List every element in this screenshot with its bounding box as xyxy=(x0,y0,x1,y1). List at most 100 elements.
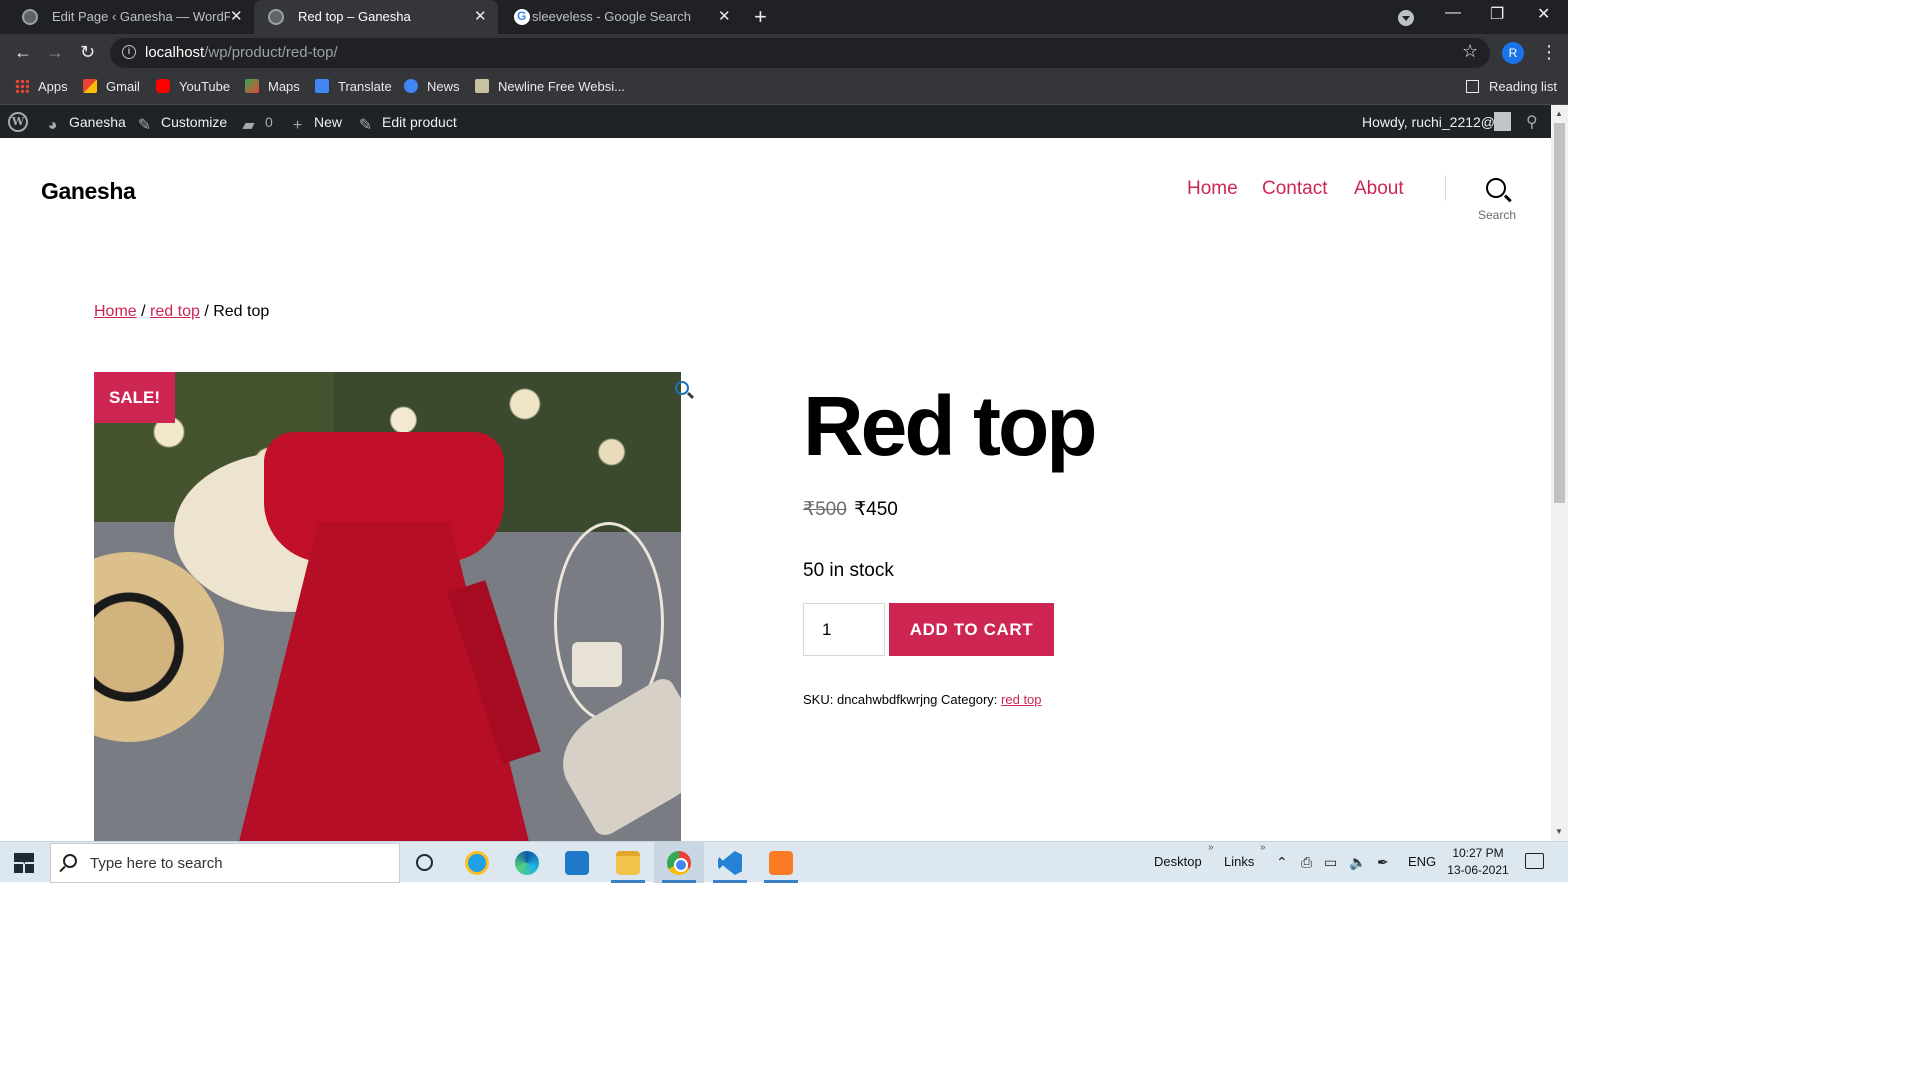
nav-about[interactable]: About xyxy=(1354,178,1404,200)
zoom-magnifier-icon[interactable] xyxy=(675,381,689,395)
bookmark-maps[interactable]: Maps xyxy=(245,79,300,94)
clock-date: 13-06-2021 xyxy=(1447,863,1509,877)
wp-admin-bar: W ◕ Ganesha ✎ Customize ▰ 0 + New ✎ Edit prod… xyxy=(0,105,1568,138)
admin-search-icon[interactable]: ⚲ xyxy=(1526,112,1538,132)
notifications-icon[interactable] xyxy=(1525,853,1544,869)
bookmark-gmail[interactable]: Gmail xyxy=(83,79,140,94)
taskbar-search-box[interactable]: Type here to search xyxy=(50,843,400,883)
admin-bar-edit-product[interactable]: ✎ Edit product xyxy=(357,114,457,134)
admin-bar-account[interactable]: Howdy, ruchi_2212@ xyxy=(1362,114,1495,130)
category-link[interactable]: red top xyxy=(1001,692,1041,707)
bookmark-youtube[interactable]: YouTube xyxy=(156,79,230,94)
pen-icon[interactable]: ✒ xyxy=(1377,854,1389,871)
dashboard-icon: ◕ xyxy=(47,117,58,134)
battery-icon[interactable]: ▭ xyxy=(1324,854,1337,871)
regular-price: ₹500 xyxy=(803,499,847,520)
xampp-icon[interactable] xyxy=(756,842,806,883)
chevron-right-icon[interactable]: » xyxy=(1260,842,1266,853)
browser-toolbar: ← → ↻ i localhost/wp/product/red-top/ ☆ … xyxy=(0,34,1568,72)
tab-title: Edit Page ‹ Ganesha — WordPress xyxy=(52,9,230,24)
restore-icon[interactable]: ❐ xyxy=(1490,4,1504,24)
sku-value: dncahwbdfkwrjng xyxy=(836,692,938,707)
taskbar-search-placeholder: Type here to search xyxy=(90,855,223,872)
product-image[interactable] xyxy=(94,372,681,841)
youtube-icon xyxy=(156,79,170,93)
translate-icon xyxy=(315,79,329,93)
cortana-icon[interactable] xyxy=(416,854,433,871)
admin-bar-site[interactable]: ◕ Ganesha xyxy=(44,114,126,134)
forward-icon[interactable]: → xyxy=(46,42,64,63)
minimize-icon[interactable]: — xyxy=(1445,4,1461,22)
chevron-up-icon[interactable]: ⌃ xyxy=(1276,854,1288,871)
chevron-right-icon[interactable]: » xyxy=(1208,842,1214,853)
search-toggle-button[interactable]: Search xyxy=(1478,176,1520,226)
bookmark-star-icon[interactable]: ☆ xyxy=(1462,41,1478,62)
admin-bar-customize[interactable]: ✎ Customize xyxy=(136,114,227,134)
tab-title: sleeveless - Google Search xyxy=(532,9,691,24)
windows-start-icon[interactable] xyxy=(14,853,34,873)
volume-icon[interactable]: 🔈 xyxy=(1349,854,1366,871)
chrome-icon[interactable] xyxy=(654,842,704,883)
page-scrollbar[interactable]: ▲ ▼ xyxy=(1551,105,1568,841)
tab-red-top[interactable]: Red top – Ganesha ✕ xyxy=(254,0,498,34)
vscode-icon[interactable] xyxy=(705,842,755,883)
quantity-input[interactable] xyxy=(803,603,885,656)
page-viewport: Ganesha Home Contact About Search Home /… xyxy=(0,138,1551,841)
outlook-icon[interactable] xyxy=(552,842,602,883)
url-text: localhost/wp/product/red-top/ xyxy=(145,44,338,61)
breadcrumb-category[interactable]: red top xyxy=(150,303,200,320)
language-indicator[interactable]: ENG xyxy=(1408,854,1436,869)
nav-contact[interactable]: Contact xyxy=(1262,178,1327,200)
close-tab-icon[interactable]: ✕ xyxy=(230,7,243,25)
internet-explorer-icon[interactable] xyxy=(452,842,502,883)
close-window-icon[interactable]: ✕ xyxy=(1537,4,1550,24)
image-pearl-bag xyxy=(572,642,622,687)
stock-status: 50 in stock xyxy=(803,560,894,581)
scroll-thumb[interactable] xyxy=(1554,123,1565,503)
breadcrumb: Home / red top / Red top xyxy=(94,303,269,321)
tab-google-search[interactable]: sleeveless - Google Search ✕ xyxy=(500,0,740,34)
tab-search-icon[interactable] xyxy=(1398,10,1414,26)
close-tab-icon[interactable]: ✕ xyxy=(474,7,487,25)
tab-edit-page[interactable]: Edit Page ‹ Ganesha — WordPress ✕ xyxy=(8,0,252,34)
profile-avatar[interactable]: R xyxy=(1502,42,1524,64)
bookmark-news[interactable]: News xyxy=(404,79,460,94)
brush-icon: ✎ xyxy=(137,117,152,134)
bookmark-apps[interactable]: Apps xyxy=(15,79,68,94)
reading-list-button[interactable]: Reading list xyxy=(1466,79,1557,94)
product-meta: SKU: dncahwbdfkwrjng Category: red top xyxy=(803,692,1042,707)
meet-now-icon[interactable]: ⎙ xyxy=(1301,854,1312,871)
breadcrumb-home[interactable]: Home xyxy=(94,303,137,320)
back-icon[interactable]: ← xyxy=(14,42,32,63)
pencil-icon: ✎ xyxy=(358,117,373,134)
search-icon xyxy=(63,854,77,868)
system-clock[interactable]: 10:27 PM 13-06-2021 xyxy=(1440,845,1516,879)
sale-badge: SALE! xyxy=(94,372,175,423)
close-tab-icon[interactable]: ✕ xyxy=(718,7,731,25)
nav-home[interactable]: Home xyxy=(1187,178,1238,200)
reload-icon[interactable]: ↻ xyxy=(80,42,95,63)
tab-title: Red top – Ganesha xyxy=(298,9,411,24)
wordpress-logo-icon[interactable]: W xyxy=(8,112,28,132)
admin-bar-comments[interactable]: ▰ 0 xyxy=(240,114,272,134)
google-favicon-icon xyxy=(514,9,530,25)
site-title[interactable]: Ganesha xyxy=(41,178,136,205)
edge-icon[interactable] xyxy=(502,842,552,883)
plus-icon: + xyxy=(292,117,303,134)
new-tab-icon[interactable]: + xyxy=(754,4,767,30)
file-explorer-icon[interactable] xyxy=(603,842,653,883)
scroll-up-icon[interactable]: ▲ xyxy=(1555,109,1563,118)
links-toolbar[interactable]: Links xyxy=(1224,854,1254,869)
admin-bar-new[interactable]: + New xyxy=(289,114,342,134)
site-info-icon[interactable]: i xyxy=(122,45,136,59)
add-to-cart-button[interactable]: ADD TO CART xyxy=(889,603,1054,656)
browser-menu-icon[interactable]: ⋮ xyxy=(1540,42,1558,63)
breadcrumb-separator: / xyxy=(204,303,209,320)
scroll-down-icon[interactable]: ▼ xyxy=(1555,827,1563,836)
bookmark-translate[interactable]: Translate xyxy=(315,79,392,94)
avatar[interactable] xyxy=(1494,112,1511,131)
apps-grid-icon xyxy=(15,79,29,93)
address-bar[interactable]: i localhost/wp/product/red-top/ ☆ xyxy=(110,38,1490,68)
bookmark-newline[interactable]: Newline Free Websi... xyxy=(475,79,625,94)
desktop-toolbar[interactable]: Desktop xyxy=(1154,854,1202,869)
